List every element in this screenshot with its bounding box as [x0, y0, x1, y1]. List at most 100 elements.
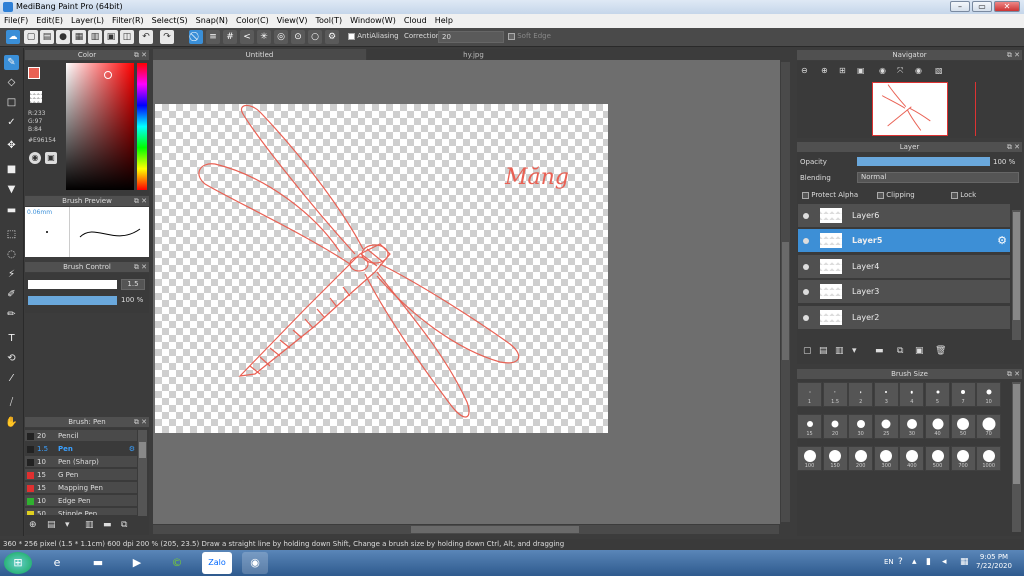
start-button-icon[interactable]: ⊞	[4, 552, 32, 574]
circle-snap-icon[interactable]: ○	[308, 30, 322, 44]
layer-row-layer6[interactable]: Layer6	[798, 204, 1010, 228]
panel-close-icon[interactable]: ⧉ ✕	[1007, 369, 1020, 379]
brush-open-folder-icon[interactable]: ▬	[103, 520, 112, 530]
new-layer-icon[interactable]: ▢	[803, 346, 812, 356]
brush-size-option[interactable]: 2	[848, 382, 874, 407]
menu-help[interactable]: Help	[431, 14, 457, 28]
layer-folder-icon[interactable]: ▬	[875, 346, 884, 356]
color-palette-icon[interactable]: ▣	[45, 152, 57, 164]
brush-copy-icon[interactable]: ▥	[85, 520, 94, 530]
brush-item-edge-pen[interactable]: 10 Edge Pen	[25, 495, 137, 507]
comment-icon[interactable]: ●	[56, 30, 70, 44]
select-eraser-icon[interactable]: ✏	[4, 307, 19, 322]
brush-size-option[interactable]: 1	[797, 382, 822, 407]
brush-size-option[interactable]: 1000	[976, 446, 1002, 471]
layer-row-layer3[interactable]: Layer3	[798, 280, 1010, 304]
eyedropper-icon[interactable]: ⁄	[4, 371, 19, 386]
brush-size-option[interactable]: 3	[873, 382, 899, 407]
gradient-tool-icon[interactable]: ▬	[4, 203, 19, 218]
reset-view-icon[interactable]: ▧	[935, 66, 943, 75]
flip-icon[interactable]: ⤧	[897, 66, 903, 76]
layer-settings-gear-icon[interactable]: ⚙	[997, 234, 1007, 247]
select-pen-icon[interactable]: ✓	[4, 115, 19, 130]
curve-snap-icon[interactable]: ⊙	[291, 30, 305, 44]
concentric-snap-icon[interactable]: ◎	[274, 30, 288, 44]
menu-snap[interactable]: Snap(N)	[192, 14, 232, 28]
brush-size-option[interactable]: 300	[873, 446, 899, 471]
brush-size-option[interactable]: 200	[848, 446, 874, 471]
zoom-in-icon[interactable]: ⊕	[821, 66, 828, 75]
snap-settings-icon[interactable]: ⚙	[325, 30, 339, 44]
visibility-icon[interactable]	[803, 289, 809, 295]
duplicate-layer-icon[interactable]: ⧉	[897, 346, 903, 356]
antialiasing-checkbox[interactable]	[348, 32, 355, 40]
panel-close-icon[interactable]: ⧉ ✕	[134, 196, 147, 206]
help-icon[interactable]: ?	[898, 557, 903, 567]
add-brush-icon[interactable]: ⊕	[29, 520, 37, 530]
brush-size-option[interactable]: 15	[797, 414, 822, 439]
menu-select[interactable]: Select(S)	[148, 14, 192, 28]
brush-size-value[interactable]: 1.5	[121, 279, 145, 290]
brush-item-g-pen[interactable]: 15 G Pen	[25, 469, 137, 481]
visibility-icon[interactable]	[803, 238, 809, 244]
text-tool-icon[interactable]: T	[4, 331, 19, 346]
language-indicator[interactable]: EN	[884, 558, 894, 566]
clock[interactable]: 9:05 PM 7/22/2020	[972, 553, 1016, 571]
protect-alpha-checkbox[interactable]	[802, 191, 809, 199]
correction-select[interactable]: 20	[438, 31, 504, 43]
menu-edit[interactable]: Edit(E)	[32, 14, 67, 28]
menu-window[interactable]: Window(W)	[346, 14, 400, 28]
grid-snap-icon[interactable]: #	[223, 30, 237, 44]
lock-checkbox[interactable]	[951, 191, 958, 199]
menu-filter[interactable]: Filter(R)	[108, 14, 148, 28]
brush-size-option[interactable]: 150	[822, 446, 848, 471]
move-tool-icon[interactable]: ✥	[4, 138, 19, 153]
notification-icon[interactable]: ▦	[960, 557, 969, 567]
app-icon-c[interactable]: ©	[164, 552, 190, 574]
panel-close-icon[interactable]: ⧉ ✕	[134, 50, 147, 60]
brush-settings-gear-icon[interactable]: ⚙	[129, 443, 135, 455]
brush-size-option[interactable]: 50	[950, 414, 976, 439]
brush-add-menu-icon[interactable]: ▾	[65, 520, 70, 530]
tray-arrow-icon[interactable]: ▴	[912, 557, 917, 567]
transparent-swatch[interactable]	[30, 91, 42, 103]
new-halftone-layer-icon[interactable]: ▤	[819, 346, 828, 356]
delete-layer-icon[interactable]: 🗑	[935, 346, 946, 356]
operation-tool-icon[interactable]: ⟲	[4, 351, 19, 366]
layer-opacity-slider[interactable]	[857, 157, 990, 166]
menu-color[interactable]: Color(C)	[232, 14, 273, 28]
save-icon[interactable]: ▤	[40, 30, 54, 44]
brush-item-mapping-pen[interactable]: 15 Mapping Pen	[25, 482, 137, 494]
visibility-icon[interactable]	[803, 315, 809, 321]
fit-icon[interactable]: ⊞	[839, 66, 846, 75]
dot-tool-icon[interactable]: □	[4, 95, 19, 110]
menu-cloud[interactable]: Cloud	[400, 14, 431, 28]
brush-item-pencil[interactable]: 20 Pencil	[25, 430, 137, 442]
maximize-button[interactable]: ▭	[972, 1, 992, 12]
layer-row-layer2[interactable]: Layer2	[798, 306, 1010, 330]
brush-tool-icon[interactable]: ✎	[4, 55, 19, 70]
undo-icon[interactable]: ↶	[139, 30, 153, 44]
panel-close-icon[interactable]: ⧉ ✕	[1007, 50, 1020, 60]
visibility-icon[interactable]	[803, 264, 809, 270]
brush-size-option[interactable]: 700	[950, 446, 976, 471]
menu-file[interactable]: File(F)	[0, 14, 32, 28]
brush-size-option[interactable]: 30	[848, 414, 874, 439]
radial-snap-icon[interactable]: ✳	[257, 30, 271, 44]
brush-size-option[interactable]: 10	[976, 382, 1002, 407]
drawing-canvas[interactable]: Măng	[155, 104, 608, 433]
brush-item-stipple-pen[interactable]: 50 Stipple Pen	[25, 508, 137, 516]
menu-view[interactable]: View(V)	[273, 14, 312, 28]
rotate-right-icon[interactable]: ◉	[915, 66, 922, 75]
layer-row-layer5[interactable]: Layer5 ⚙	[798, 229, 1010, 253]
lasso-select-icon[interactable]: ◌	[4, 247, 19, 262]
brush-size-option[interactable]: 100	[797, 446, 822, 471]
document-icon[interactable]: ▥	[88, 30, 102, 44]
panel-close-icon[interactable]: ⧉ ✕	[1007, 142, 1020, 152]
clipping-checkbox[interactable]	[877, 191, 884, 199]
menu-tool[interactable]: Tool(T)	[311, 14, 346, 28]
brush-size-option[interactable]: 5	[925, 382, 950, 407]
navigator-thumbnail[interactable]	[872, 82, 948, 136]
panel-close-icon[interactable]: ⧉ ✕	[134, 262, 147, 272]
brush-duplicate-icon[interactable]: ⧉	[121, 520, 127, 530]
